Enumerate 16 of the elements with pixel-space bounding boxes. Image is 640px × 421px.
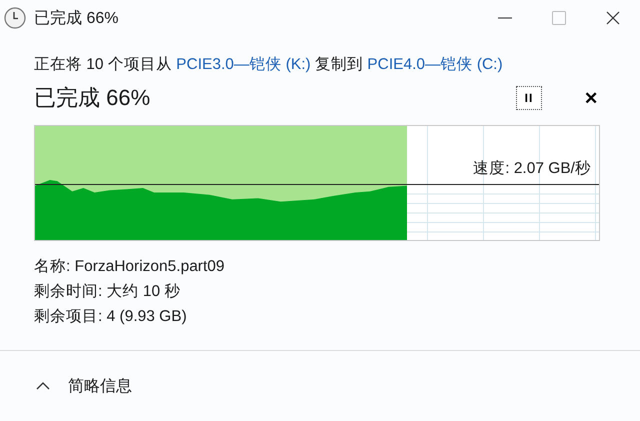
detail-text: 剩余时间: 大约 10 秒 bbox=[34, 282, 182, 302]
close-icon bbox=[606, 11, 620, 25]
detail-text: 名称: ForzaHorizon5.part09 bbox=[34, 257, 226, 277]
maximize-icon bbox=[552, 11, 566, 25]
progress-heading: 已完成 66% bbox=[34, 84, 152, 112]
pause-button[interactable]: II bbox=[516, 86, 542, 110]
drive-link[interactable]: PCIE4.0—铠侠 (C:) bbox=[367, 56, 503, 73]
window-title: 已完成 66% bbox=[34, 8, 120, 28]
less-details-button[interactable]: 简略信息 bbox=[36, 376, 132, 396]
copy-description: 正在将 10 个项目从 PCIE3.0—铠侠 (K:) 复制到 PCIE4.0—铠侠 (C:) bbox=[34, 55, 504, 75]
drive-link[interactable]: PCIE3.0—铠侠 (K:) bbox=[176, 56, 311, 73]
minimize-icon bbox=[498, 17, 512, 19]
detail-text: 剩余项目: 4 (9.93 GB) bbox=[34, 307, 188, 327]
cancel-button[interactable]: ✕ bbox=[582, 88, 600, 108]
speed-label: 速度: 2.07 GB/秒 bbox=[473, 159, 591, 179]
clock-icon bbox=[4, 7, 26, 29]
